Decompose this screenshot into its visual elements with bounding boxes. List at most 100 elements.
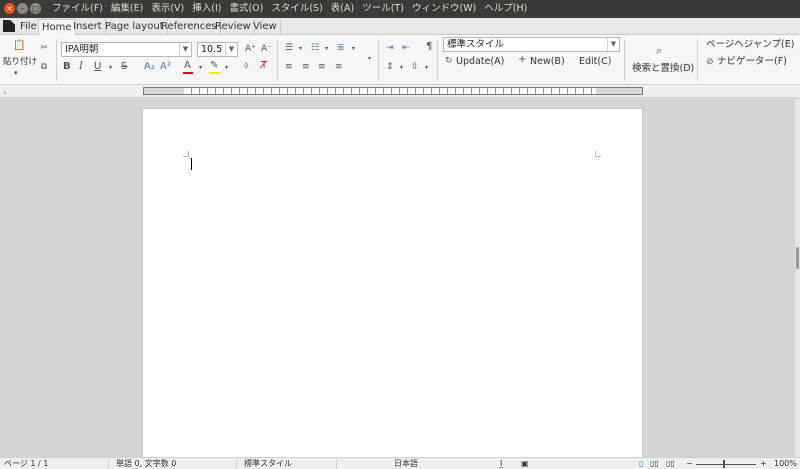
close-window-button[interactable]: ×	[4, 3, 15, 14]
app-logo-icon[interactable]	[3, 20, 15, 32]
chevron-down-icon[interactable]: ▼	[225, 43, 237, 56]
zoom-out-icon[interactable]: −	[686, 458, 693, 469]
menu-edit[interactable]: 編集(E)	[107, 0, 147, 18]
zoom-slider[interactable]	[696, 464, 756, 465]
tab-insert[interactable]: Insert	[70, 19, 106, 35]
insert-mode-icon[interactable]: I̲	[500, 458, 502, 469]
chevron-down-icon[interactable]: ▼	[607, 38, 619, 51]
new-style-button[interactable]: New(B)	[530, 56, 565, 68]
paste-dropdown-icon[interactable]: ▾	[14, 68, 18, 78]
line-spacing-icon[interactable]: ⇕	[386, 62, 394, 72]
copy-icon[interactable]: ⧉	[38, 62, 50, 72]
ribbon: 📋 貼り付け ▾ ✂ ⧉ IPA明朝 ▼ 10.5 ▼ A⁺ A⁻ B I U ▾ …	[0, 35, 800, 85]
font-name-value: IPA明朝	[65, 44, 99, 55]
grow-font-icon[interactable]: A⁺	[245, 44, 256, 54]
numbered-list-dropdown-icon[interactable]: ▾	[325, 44, 328, 54]
navigator-button[interactable]: ナビゲーター(F)	[717, 56, 787, 68]
update-style-button[interactable]: Update(A)	[456, 56, 504, 68]
plus-icon[interactable]: +	[518, 55, 526, 65]
edit-style-button[interactable]: Edit(C)	[579, 56, 611, 68]
underline-dropdown-icon[interactable]: ▾	[109, 63, 112, 73]
menu-table[interactable]: 表(A)	[327, 0, 358, 18]
highlight-dropdown-icon[interactable]: ▾	[225, 63, 228, 73]
refresh-icon[interactable]: ↻	[445, 56, 453, 66]
bullet-list-icon[interactable]: ☰	[285, 43, 293, 53]
separator	[624, 39, 625, 81]
language[interactable]: 日本語	[394, 458, 418, 469]
menu-window[interactable]: ウィンドウ(W)	[408, 0, 480, 18]
paragraph-spacing-icon[interactable]: ⇳	[411, 62, 419, 72]
strikethrough-icon[interactable]: S	[121, 62, 127, 72]
italic-icon[interactable]: I	[79, 62, 83, 72]
align-center-icon[interactable]: ≡	[302, 62, 310, 72]
character-shading-icon[interactable]: ⬨	[244, 61, 249, 71]
navigator-icon[interactable]: ⊘	[706, 57, 714, 67]
chevron-down-icon[interactable]: ▼	[179, 43, 191, 56]
word-count[interactable]: 単語 0, 文字数 0	[116, 458, 176, 469]
bullet-list-dropdown-icon[interactable]: ▾	[299, 44, 302, 54]
zoom-in-icon[interactable]: +	[760, 458, 767, 469]
font-color-dropdown-icon[interactable]: ▾	[199, 63, 202, 73]
align-justify-icon[interactable]: ≡	[335, 62, 343, 72]
highlight-icon[interactable]: ✎	[210, 61, 218, 71]
multi-page-view-icon[interactable]: ▯▯	[650, 458, 659, 469]
tab-view[interactable]: View	[250, 19, 281, 35]
paragraph-style-combo[interactable]: 標準スタイル ▼	[443, 37, 620, 52]
search-icon[interactable]: ⌕	[656, 45, 662, 56]
cut-icon[interactable]: ✂	[38, 43, 50, 53]
horizontal-ruler[interactable]	[143, 87, 643, 95]
outline-list-dropdown-icon[interactable]: ▾	[352, 44, 355, 54]
bold-icon[interactable]: B	[63, 62, 71, 72]
increase-indent-icon[interactable]: ⇥	[386, 43, 394, 53]
menu-file[interactable]: ファイル(F)	[48, 0, 107, 18]
clipboard-icon[interactable]: 📋	[13, 41, 25, 51]
separator	[277, 39, 278, 81]
font-size-value: 10.5	[201, 44, 223, 55]
line-spacing-dropdown-icon[interactable]: ▾	[400, 63, 403, 73]
formatting-marks-icon[interactable]: ¶	[426, 42, 432, 52]
menu-styles[interactable]: スタイル(S)	[267, 0, 326, 18]
page-style[interactable]: 標準スタイル	[244, 458, 292, 469]
separator	[697, 39, 698, 81]
font-color-icon[interactable]: A	[184, 61, 191, 71]
zoom-slider-thumb[interactable]	[723, 460, 725, 468]
zoom-level[interactable]: 100%	[774, 458, 797, 469]
document-page[interactable]	[143, 109, 642, 457]
single-page-view-icon[interactable]: ▯	[639, 458, 643, 469]
save-status-icon: ▣	[521, 459, 529, 468]
paragraph-dropdown-icon[interactable]: ▾	[368, 54, 371, 64]
go-to-page-button[interactable]: ページへジャンプ(E)	[706, 39, 794, 51]
shrink-font-icon[interactable]: A⁻	[261, 44, 272, 54]
ruler-ticks	[184, 88, 596, 94]
clear-formatting-icon[interactable]: T̸	[261, 61, 267, 71]
subscript-icon[interactable]: A₂	[144, 62, 155, 72]
decrease-indent-icon[interactable]: ⇤	[402, 43, 410, 53]
scrollbar-thumb[interactable]	[796, 247, 799, 269]
page-count[interactable]: ページ 1 / 1	[4, 458, 48, 469]
align-left-icon[interactable]: ≡	[285, 62, 293, 72]
font-size-combo[interactable]: 10.5 ▼	[197, 42, 238, 57]
paragraph-style-value: 標準スタイル	[447, 39, 505, 50]
underline-icon[interactable]: U	[94, 62, 101, 72]
paste-button[interactable]: 貼り付け	[3, 56, 37, 68]
align-right-icon[interactable]: ≡	[318, 62, 326, 72]
font-name-combo[interactable]: IPA明朝 ▼	[61, 42, 192, 57]
separator	[56, 39, 57, 81]
paragraph-spacing-dropdown-icon[interactable]: ▾	[425, 63, 428, 73]
menu-help[interactable]: ヘルプ(H)	[480, 0, 531, 18]
menu-format[interactable]: 書式(O)	[225, 0, 267, 18]
menu-tools[interactable]: ツール(T)	[358, 0, 408, 18]
tab-stop-icon[interactable]: ⌞	[4, 86, 7, 96]
tab-review[interactable]: Review	[212, 19, 255, 35]
superscript-icon[interactable]: A²	[160, 62, 171, 72]
maximize-window-button[interactable]: □	[30, 3, 41, 14]
book-view-icon[interactable]: ▯▯	[666, 458, 675, 469]
vertical-scrollbar[interactable]	[795, 99, 800, 457]
numbered-list-icon[interactable]: ☷	[311, 43, 319, 53]
minimize-window-button[interactable]: –	[17, 3, 28, 14]
ruler-left-margin	[144, 88, 184, 94]
find-replace-button[interactable]: 検索と置換(D)	[632, 63, 694, 75]
menu-view[interactable]: 表示(V)	[147, 0, 188, 18]
menu-insert[interactable]: 挿入(I)	[188, 0, 225, 18]
outline-list-icon[interactable]: ≣	[337, 43, 345, 53]
